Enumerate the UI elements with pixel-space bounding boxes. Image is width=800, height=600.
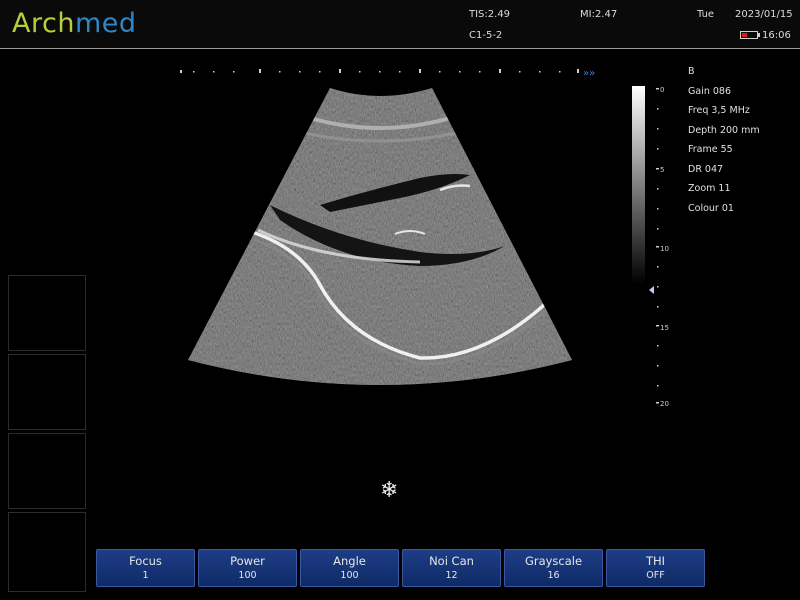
softkey-noise-cancel[interactable]: Noi Can 12 — [402, 549, 501, 587]
frame-label: Frame 55 — [688, 144, 733, 155]
gain-label: Gain 086 — [688, 85, 731, 97]
snowflake-icon: ❄ — [380, 478, 399, 503]
zoom-label: Zoom 11 — [688, 183, 731, 194]
softkey-angle[interactable]: Angle 100 — [300, 549, 399, 587]
depth-label-15: 15 — [660, 324, 669, 332]
depth-label-5: 5 — [660, 166, 664, 174]
depth-label-10: 10 — [660, 245, 669, 253]
thumbnail-slot[interactable] — [8, 512, 86, 592]
depth-label-20: 20 — [660, 400, 669, 408]
softkey-thi[interactable]: THI OFF — [606, 549, 705, 587]
softkey-focus[interactable]: Focus 1 — [96, 549, 195, 587]
thumbnail-slot[interactable] — [8, 433, 86, 509]
softkey-power[interactable]: Power 100 — [198, 549, 297, 587]
ultrasound-image-area: »» 0 5 10 15 20 — [180, 68, 669, 408]
depth-label: Depth 200 mm — [688, 124, 760, 136]
imaging-parameters: B Gain 086 Freq 3,5 MHz Depth 200 mm Fra… — [688, 62, 760, 218]
thumbnail-slot[interactable] — [8, 275, 86, 351]
ultrasound-sector — [188, 88, 572, 385]
thumbnail-slot[interactable] — [8, 354, 86, 430]
probe-orientation-icon: »» — [583, 68, 595, 79]
mode-label: B — [688, 66, 695, 77]
dr-label: DR 047 — [688, 163, 724, 175]
grayscale-bar — [632, 86, 645, 284]
depth-label-0: 0 — [660, 86, 664, 94]
freq-label: Freq 3,5 MHz — [688, 105, 750, 116]
lateral-scale — [180, 69, 579, 73]
softkey-grayscale[interactable]: Grayscale 16 — [504, 549, 603, 587]
depth-scale — [656, 88, 659, 404]
focus-marker-icon[interactable] — [649, 286, 654, 294]
colour-label: Colour 01 — [688, 202, 734, 214]
